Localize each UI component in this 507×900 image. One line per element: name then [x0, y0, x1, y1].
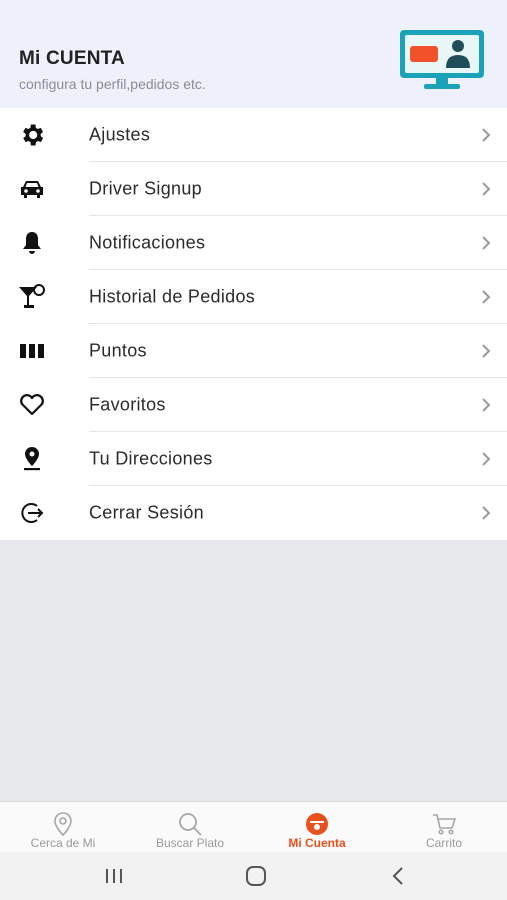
- tab-label: Mi Cuenta: [288, 836, 346, 850]
- bottom-tab-bar: Cerca de Mi Buscar Plato Mi Cuenta Carri…: [0, 801, 507, 853]
- recents-icon[interactable]: [101, 864, 127, 888]
- home-icon[interactable]: [243, 864, 269, 888]
- chevron-right-icon: [482, 506, 491, 520]
- menu-item-ajustes[interactable]: Ajustes: [0, 108, 507, 162]
- menu-item-label: Notificaciones: [89, 232, 206, 253]
- menu-item-label: Tu Direcciones: [89, 448, 213, 469]
- chevron-right-icon: [482, 398, 491, 412]
- tab-buscar-plato[interactable]: Buscar Plato: [127, 802, 253, 853]
- cart-icon: [433, 814, 457, 835]
- gear-icon: [17, 120, 47, 150]
- page-title: Mi CUENTA: [19, 48, 125, 69]
- tab-label: Carrito: [425, 836, 462, 850]
- menu-item-label: Cerrar Sesión: [89, 502, 204, 523]
- user-icon: [306, 813, 328, 835]
- chevron-right-icon: [482, 128, 491, 142]
- chevron-right-icon: [482, 452, 491, 466]
- menu-item-label: Puntos: [89, 340, 147, 361]
- menu-item-label: Historial de Pedidos: [89, 286, 256, 307]
- menu-item-label: Ajustes: [89, 124, 151, 145]
- back-icon[interactable]: [386, 864, 412, 888]
- search-icon: [179, 813, 202, 836]
- tab-label: Cerca de Mi: [30, 836, 96, 850]
- chevron-right-icon: [482, 344, 491, 358]
- tab-cerca-de-mi[interactable]: Cerca de Mi: [0, 802, 126, 853]
- empty-content-area: [0, 549, 507, 801]
- logout-icon: [17, 498, 47, 528]
- system-navigation-bar: [0, 852, 507, 900]
- map-pin-icon: [54, 812, 72, 837]
- chevron-right-icon: [482, 236, 491, 250]
- cocktail-icon: [17, 282, 47, 312]
- account-menu: Ajustes Driver Signup Notificaciones His…: [0, 108, 507, 540]
- chevron-right-icon: [482, 182, 491, 196]
- tab-mi-cuenta[interactable]: Mi Cuenta: [254, 802, 380, 853]
- heart-icon: [17, 390, 47, 420]
- menu-item-notificaciones[interactable]: Notificaciones: [0, 216, 507, 270]
- location-pin-icon: [17, 444, 47, 474]
- menu-item-favoritos[interactable]: Favoritos: [0, 378, 507, 432]
- monitor-profile-icon: [400, 30, 484, 89]
- tab-carrito[interactable]: Carrito: [381, 802, 507, 853]
- bell-icon: [17, 228, 47, 258]
- chevron-right-icon: [482, 290, 491, 304]
- page-subtitle: configura tu perfil,pedidos etc.: [19, 76, 206, 92]
- menu-item-direcciones[interactable]: Tu Direcciones: [0, 432, 507, 486]
- tab-label: Buscar Plato: [155, 836, 225, 850]
- bars-icon: [17, 336, 47, 366]
- car-icon: [17, 174, 47, 204]
- menu-item-driver-signup[interactable]: Driver Signup: [0, 162, 507, 216]
- account-header: Mi CUENTA configura tu perfil,pedidos et…: [0, 0, 507, 108]
- menu-item-puntos[interactable]: Puntos: [0, 324, 507, 378]
- menu-item-cerrar-sesion[interactable]: Cerrar Sesión: [0, 486, 507, 540]
- menu-item-historial-pedidos[interactable]: Historial de Pedidos: [0, 270, 507, 324]
- menu-item-label: Driver Signup: [89, 178, 202, 199]
- menu-item-label: Favoritos: [89, 394, 166, 415]
